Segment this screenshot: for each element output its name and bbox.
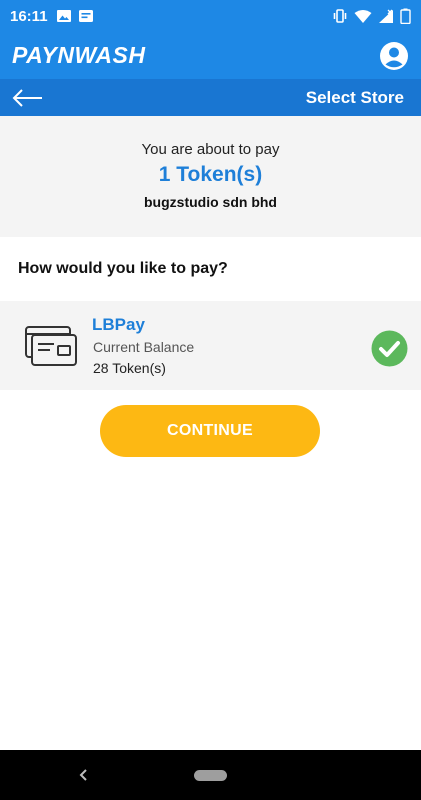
- vibrate-icon: [333, 9, 347, 23]
- account-circle-icon[interactable]: [379, 41, 409, 71]
- summary-amount: 1 Token(s): [158, 163, 263, 186]
- wifi-icon: [354, 9, 372, 23]
- payment-summary: You are about to pay 1 Token(s) bugzstud…: [0, 116, 421, 237]
- nav-home-pill[interactable]: [194, 769, 227, 781]
- nav-bar: Select Store: [0, 79, 421, 116]
- balance-value: 28 Token(s): [93, 360, 166, 376]
- summary-label: You are about to pay: [141, 141, 280, 158]
- arrow-left-icon[interactable]: [12, 88, 44, 108]
- message-icon: [78, 10, 93, 22]
- signal-icon: [379, 9, 393, 23]
- balance-label: Current Balance: [93, 339, 195, 355]
- credit-card-icon: [25, 326, 77, 366]
- app-title: PAYNWASH: [12, 42, 146, 68]
- battery-icon: [400, 8, 411, 24]
- status-time: 16:11: [10, 7, 48, 25]
- payment-option-lbpay[interactable]: LBPay Current Balance 28 Token(s): [0, 301, 421, 390]
- status-left-icons: [56, 9, 94, 23]
- nav-back-icon[interactable]: [76, 766, 90, 784]
- payment-method-name: LBPay: [92, 315, 145, 334]
- status-right-icons: [332, 8, 411, 24]
- check-circle-icon: [371, 330, 408, 367]
- summary-merchant: bugzstudio sdn bhd: [144, 194, 277, 210]
- continue-button[interactable]: CONTINUE: [100, 405, 320, 457]
- app-bar: PAYNWASH: [0, 32, 421, 79]
- android-nav-bar: [0, 750, 421, 800]
- payment-question: How would you like to pay?: [18, 260, 228, 277]
- nav-title: Select Store: [305, 87, 404, 107]
- image-icon: [56, 10, 71, 22]
- status-bar: 16:11: [0, 0, 421, 32]
